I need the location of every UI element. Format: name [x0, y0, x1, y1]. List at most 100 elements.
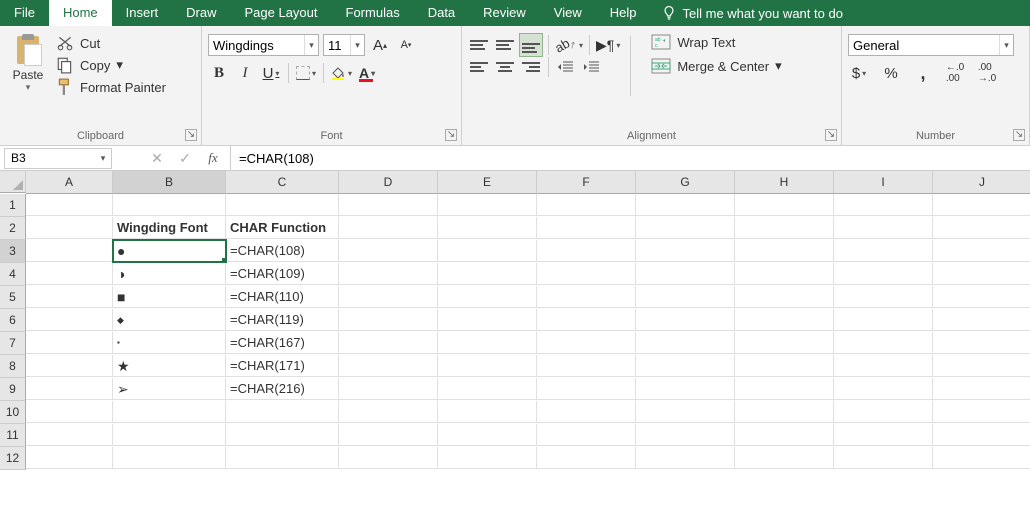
cell-H11[interactable]	[735, 424, 834, 446]
cell-F3[interactable]	[537, 240, 636, 262]
cell-H9[interactable]	[735, 378, 834, 400]
cell-B6[interactable]: ◆	[113, 309, 226, 331]
orientation-button[interactable]: ab↗▾	[555, 34, 583, 56]
cell-C11[interactable]	[226, 424, 339, 446]
cell-H3[interactable]	[735, 240, 834, 262]
cell-B9[interactable]: ➢	[113, 378, 226, 400]
cell-C10[interactable]	[226, 401, 339, 423]
number-format-input[interactable]	[849, 38, 999, 53]
comma-button[interactable]: ,	[912, 62, 934, 84]
cell-I1[interactable]	[834, 194, 933, 216]
number-launcher[interactable]: ↘	[1013, 129, 1025, 141]
cell-G6[interactable]	[636, 309, 735, 331]
align-top-button[interactable]	[468, 34, 490, 56]
shrink-font-button[interactable]: A▾	[395, 34, 417, 56]
cell-F1[interactable]	[537, 194, 636, 216]
cell-H7[interactable]	[735, 332, 834, 354]
cell-D1[interactable]	[339, 194, 438, 216]
merge-dropdown-icon[interactable]: ▾	[775, 58, 782, 74]
cell-H12[interactable]	[735, 447, 834, 469]
cell-A9[interactable]	[26, 378, 113, 400]
cell-F12[interactable]	[537, 447, 636, 469]
cell-C12[interactable]	[226, 447, 339, 469]
cell-J10[interactable]	[933, 401, 1030, 423]
cell-H2[interactable]	[735, 217, 834, 239]
name-box[interactable]: ▾	[4, 148, 112, 169]
cell-A2[interactable]	[26, 217, 113, 239]
tab-formulas[interactable]: Formulas	[332, 0, 414, 26]
tab-data[interactable]: Data	[414, 0, 469, 26]
increase-indent-button[interactable]	[581, 56, 603, 78]
underline-dropdown-icon[interactable]: ▾	[275, 69, 279, 78]
fill-color-button[interactable]: ▾	[330, 62, 352, 84]
border-dropdown-icon[interactable]: ▾	[312, 69, 316, 78]
cell-D5[interactable]	[339, 286, 438, 308]
cell-A1[interactable]	[26, 194, 113, 216]
tab-help[interactable]: Help	[596, 0, 651, 26]
tell-me-search[interactable]: Tell me what you want to do	[651, 0, 853, 26]
cell-D8[interactable]	[339, 355, 438, 377]
row-header-9[interactable]: 9	[0, 378, 26, 401]
cell-G11[interactable]	[636, 424, 735, 446]
cell-E12[interactable]	[438, 447, 537, 469]
number-format-dropdown-icon[interactable]: ▾	[999, 35, 1013, 55]
cell-A12[interactable]	[26, 447, 113, 469]
cell-B7[interactable]: ▪	[113, 332, 226, 354]
paste-button[interactable]: Paste ▾	[6, 30, 50, 145]
cell-J3[interactable]	[933, 240, 1030, 262]
decrease-decimal-button[interactable]: .00→.0	[976, 62, 998, 84]
cell-I7[interactable]	[834, 332, 933, 354]
cell-E1[interactable]	[438, 194, 537, 216]
cell-J4[interactable]	[933, 263, 1030, 285]
cell-A4[interactable]	[26, 263, 113, 285]
cell-G2[interactable]	[636, 217, 735, 239]
font-color-button[interactable]: A ▾	[356, 62, 378, 84]
cell-C1[interactable]	[226, 194, 339, 216]
cell-H10[interactable]	[735, 401, 834, 423]
cell-G9[interactable]	[636, 378, 735, 400]
copy-button[interactable]: Copy ▾	[54, 56, 168, 74]
border-button[interactable]: ▾	[295, 62, 317, 84]
cell-C5[interactable]: =CHAR(110)	[226, 286, 339, 308]
cell-A5[interactable]	[26, 286, 113, 308]
cell-B3[interactable]: ●	[113, 240, 226, 262]
cell-B12[interactable]	[113, 447, 226, 469]
cell-E9[interactable]	[438, 378, 537, 400]
cell-F8[interactable]	[537, 355, 636, 377]
cell-F4[interactable]	[537, 263, 636, 285]
cell-J11[interactable]	[933, 424, 1030, 446]
merge-center-button[interactable]: Merge & Center ▾	[649, 56, 783, 76]
cell-A7[interactable]	[26, 332, 113, 354]
cell-G5[interactable]	[636, 286, 735, 308]
align-center-button[interactable]	[494, 56, 516, 78]
column-header-B[interactable]: B	[113, 171, 226, 194]
cell-B1[interactable]	[113, 194, 226, 216]
cell-J6[interactable]	[933, 309, 1030, 331]
column-header-H[interactable]: H	[735, 171, 834, 194]
cell-D12[interactable]	[339, 447, 438, 469]
cell-C4[interactable]: =CHAR(109)	[226, 263, 339, 285]
cell-C6[interactable]: =CHAR(119)	[226, 309, 339, 331]
cell-C3[interactable]: =CHAR(108)	[226, 240, 339, 262]
row-header-8[interactable]: 8	[0, 355, 26, 378]
row-header-1[interactable]: 1	[0, 194, 26, 217]
cell-E11[interactable]	[438, 424, 537, 446]
cell-J2[interactable]	[933, 217, 1030, 239]
column-header-E[interactable]: E	[438, 171, 537, 194]
align-left-button[interactable]	[468, 56, 490, 78]
select-all-corner[interactable]	[0, 171, 26, 193]
row-header-3[interactable]: 3	[0, 240, 26, 263]
cell-G8[interactable]	[636, 355, 735, 377]
row-header-5[interactable]: 5	[0, 286, 26, 309]
column-header-F[interactable]: F	[537, 171, 636, 194]
bold-button[interactable]: B	[208, 62, 230, 84]
format-painter-button[interactable]: Format Painter	[54, 78, 168, 96]
font-color-dropdown-icon[interactable]: ▾	[371, 69, 375, 78]
cell-B2[interactable]: Wingding Font	[113, 217, 226, 239]
align-bottom-button[interactable]	[520, 34, 542, 56]
row-header-7[interactable]: 7	[0, 332, 26, 355]
orientation-dropdown-icon[interactable]: ▾	[579, 41, 583, 50]
column-header-I[interactable]: I	[834, 171, 933, 194]
cell-J8[interactable]	[933, 355, 1030, 377]
formula-cancel-button[interactable]: ✕	[148, 150, 166, 167]
